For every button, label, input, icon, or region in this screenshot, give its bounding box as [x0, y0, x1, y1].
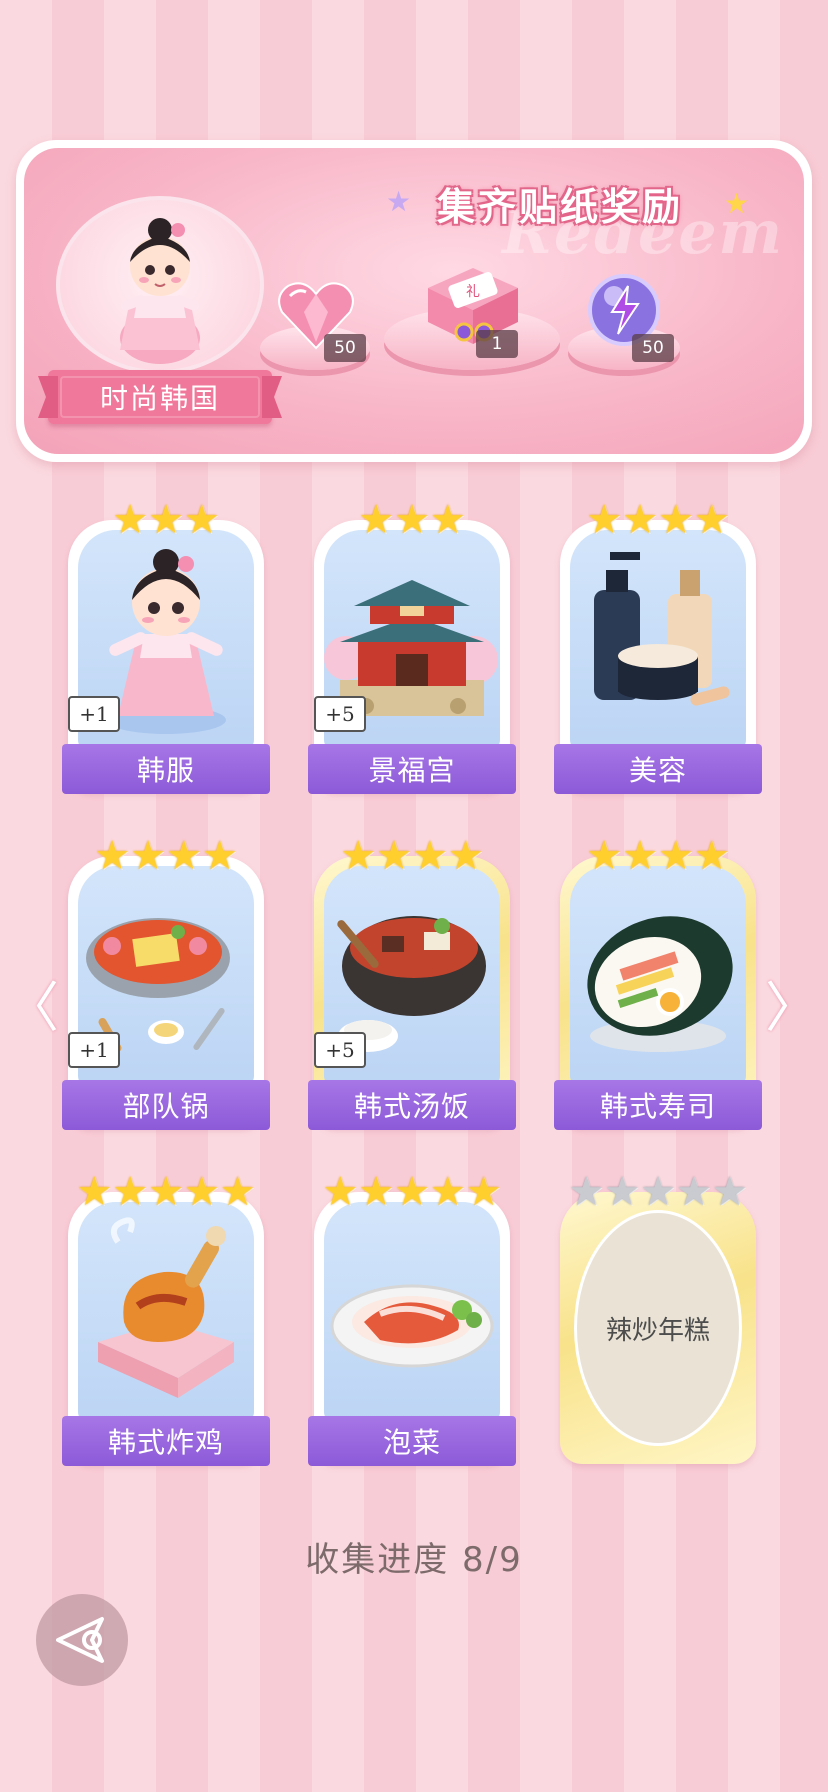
fried-chicken-icon: [98, 1217, 234, 1398]
card-image: [570, 530, 746, 750]
star-rating: ★ ★ ★ ★ ★: [76, 1169, 256, 1215]
chevron-right-icon[interactable]: 〉: [765, 972, 819, 1039]
star-rating: ★ ★ ★: [358, 497, 466, 543]
yellow-star-icon: ★: [724, 187, 750, 220]
reward-lightning-orb[interactable]: 50: [568, 268, 680, 382]
reward-title: 集齐贴纸奖励: [436, 184, 683, 229]
back-arrow-icon: [56, 1617, 104, 1663]
reward-gift-box[interactable]: 礼 1: [384, 248, 560, 388]
card-label: 辣炒年糕: [605, 1315, 710, 1346]
bonus-badge: +1: [68, 696, 120, 732]
card-label: 景福宫: [308, 744, 516, 794]
chevron-left-icon[interactable]: 〈: [5, 972, 59, 1039]
star-rating: ★ ★ ★ ★: [586, 497, 730, 543]
card-label: 韩式汤饭: [308, 1080, 516, 1130]
svg-text:礼: 礼: [466, 284, 480, 300]
reward-title-banner: 集齐贴纸奖励: [400, 168, 720, 238]
card-image: [570, 866, 746, 1086]
card-label: 韩式炸鸡: [62, 1416, 270, 1466]
cosmetics-icon: [594, 552, 730, 706]
star-rating: ★ ★ ★ ★: [94, 833, 238, 879]
card-image: [324, 1202, 500, 1422]
theme-label: 时尚韩国: [60, 376, 260, 418]
sticker-card[interactable]: ★ ★ ★ ★ ★ 泡菜: [308, 1168, 516, 1466]
sticker-card[interactable]: ★ ★ ★ ★ +1 部队锅: [62, 832, 270, 1130]
sticker-card[interactable]: ★ ★ ★ +5 景福宫: [308, 496, 516, 794]
sticker-card[interactable]: ★ ★ ★ ★ ★ 韩式炸鸡: [62, 1168, 270, 1466]
kimbap-icon: [587, 916, 733, 1052]
sticker-card[interactable]: ★ ★ ★ ★ 美容: [554, 496, 762, 794]
card-label: 韩服: [62, 744, 270, 794]
collection-progress: 收集进度 8/9: [305, 1540, 523, 1580]
star-rating: ★ ★ ★ ★ ★: [322, 1169, 502, 1215]
card-label: 美容: [554, 744, 762, 794]
hanbok-girl-icon: [120, 218, 200, 364]
card-label: 韩式寿司: [554, 1080, 762, 1130]
sticker-card[interactable]: ★ ★ ★ +1 韩服: [62, 496, 270, 794]
collection-screen: Redeem ★ ★ 集齐贴纸奖励 时尚韩国 50 礼 1 50 ★ ★ ★ +…: [0, 0, 828, 1792]
reward-count: 50: [632, 334, 674, 362]
card-label: 泡菜: [308, 1416, 516, 1466]
kimchi-icon: [330, 1284, 494, 1368]
star-rating: ★ ★ ★ ★ ★: [568, 1169, 748, 1215]
bonus-badge: +5: [314, 1032, 366, 1068]
bonus-badge: +1: [68, 1032, 120, 1068]
star-rating: ★ ★ ★ ★: [340, 833, 484, 879]
sticker-card[interactable]: ★ ★ ★ ★ +5 韩式汤饭: [308, 832, 516, 1130]
locked-card-placeholder: 辣炒年糕: [574, 1210, 742, 1446]
reward-count: 50: [324, 334, 366, 362]
star-rating: ★ ★ ★ ★: [586, 833, 730, 879]
star-rating: ★ ★ ★: [112, 497, 220, 543]
reward-heart-gem[interactable]: 50: [260, 270, 370, 380]
theme-ribbon: 时尚韩国: [48, 370, 272, 424]
sticker-card[interactable]: ★ ★ ★ ★ 韩式寿司: [554, 832, 762, 1130]
card-label: 部队锅: [62, 1080, 270, 1130]
locked-sticker-card[interactable]: 辣炒年糕 ★ ★ ★ ★ ★: [560, 1168, 756, 1464]
back-button[interactable]: [36, 1594, 128, 1686]
card-image: [78, 1202, 254, 1422]
reward-count: 1: [476, 330, 518, 358]
theme-avatar: [56, 196, 264, 374]
bonus-badge: +5: [314, 696, 366, 732]
